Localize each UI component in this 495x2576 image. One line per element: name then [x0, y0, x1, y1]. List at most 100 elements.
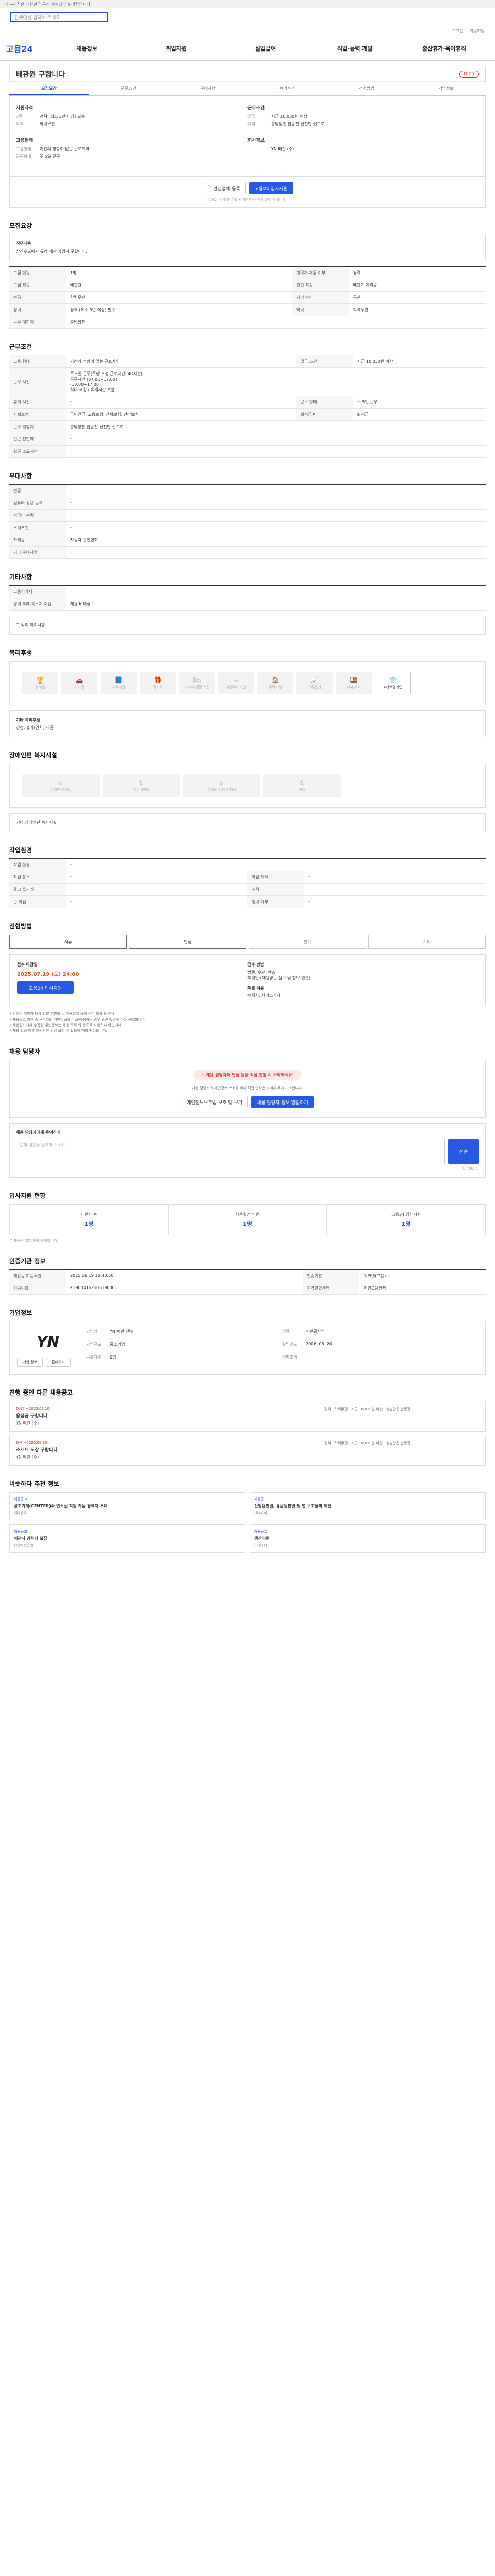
- facility-icon: ♿: [138, 779, 144, 786]
- pref-table: 전공 - 컴퓨터 활용 능력 - 외국어 능력 - 우대조건 - 자격증 자동차 운전면허 기타 우…: [9, 484, 486, 559]
- gnb-item-support[interactable]: 취업지원: [131, 44, 221, 53]
- tab-pref[interactable]: 우대사항: [168, 82, 248, 95]
- warning-icon: ⚠: [201, 1073, 206, 1078]
- other-job-main: D-17 ~2025.07.10 용접공 구합니다 YN 배관 (주): [16, 1406, 50, 1426]
- privacy-button[interactable]: 개인정보보호법 보호 및 보기: [181, 1096, 249, 1109]
- env-label: 작업 자세: [248, 871, 304, 884]
- recruit-row: 모집 인원 1명 경력자 채용 여부 경력: [9, 266, 486, 279]
- tab-recruit[interactable]: 모집요강: [9, 82, 89, 95]
- corp-row: 근로자수 6명: [86, 1354, 282, 1366]
- rec-list: 채용공고 공조기계(CENTER)와 연소실 직원 가능 경력자 우대 (주)동우 채…: [9, 1492, 486, 1553]
- welfare-item: ☕ 차량유지지원: [218, 672, 254, 694]
- env-label: 작업 환경: [9, 858, 66, 871]
- welfare-item: 🏠 주택지원: [257, 672, 293, 694]
- rec-tag: 채용공고: [254, 1530, 268, 1534]
- rec-item[interactable]: 채용공고 공조기계(CENTER)와 연소실 직원 가능 경력자 우대 (주)동우: [9, 1492, 245, 1521]
- info-label: 지역관할센터: [303, 1282, 360, 1295]
- gnb-item-training[interactable]: 직업·능력 개발: [310, 44, 400, 53]
- recruit-label: 근무 예정지: [9, 316, 66, 329]
- env-value: -: [66, 895, 248, 908]
- env-row: 작업 환경 -: [9, 858, 486, 871]
- welfare-note-box: 기타 복리후생 건강, 휴가(연차) 제공: [9, 710, 486, 737]
- recruit-label: 전공: [9, 291, 66, 304]
- env-row: 작업 장소 - 작업 자세 -: [9, 871, 486, 884]
- facility-icon: ♿: [299, 779, 305, 786]
- corp-homepage-button[interactable]: 홈페이지: [46, 1358, 71, 1367]
- corp-label: 연매출액: [282, 1354, 298, 1360]
- deadline-text: 2025.07.19 (토) 24:00: [17, 972, 79, 977]
- info-value: K190041625061900001: [66, 1282, 303, 1295]
- etc-value: -: [66, 585, 486, 598]
- condition-value: 퇴직금: [353, 408, 486, 421]
- pref-value: -: [66, 497, 486, 510]
- gnb-item-leave[interactable]: 출산휴가·육아휴직: [400, 44, 489, 53]
- corp-info-button[interactable]: 기업 정보: [17, 1358, 43, 1367]
- apply-button[interactable]: 고용24 입사지원: [249, 182, 293, 194]
- welfare-label: 식사/다과: [346, 685, 361, 689]
- job-actions: ♡ 관심업체 등록 고용24 입사지원 고용24 입사지원 완료 시 지원자 이…: [9, 177, 486, 208]
- other-job-main: D-7 ~2025.06.30 소프트 도장 구합니다 YN 배관 (주): [16, 1440, 58, 1460]
- book-icon: 📘: [114, 676, 123, 684]
- login-link[interactable]: 로그인: [452, 28, 463, 34]
- site-logo[interactable]: 고용24: [6, 42, 42, 55]
- condition-row: 휴게 시간 - 근무 형태 주 5일 근무: [9, 396, 486, 409]
- pref-value: -: [66, 521, 486, 534]
- other-job-company: YN 배관 (주): [16, 1421, 39, 1426]
- corp-row: 연매출액 -: [282, 1354, 478, 1366]
- condition-row: 인근 전철역 -: [9, 433, 486, 446]
- search-row: 검색어를 입력해 주세요.: [0, 8, 495, 26]
- inquiry-submit-button[interactable]: 전송: [448, 1139, 479, 1165]
- apply-button-2[interactable]: 고용24 입사지원: [17, 981, 74, 994]
- corp-value: 2006. 06. 20.: [306, 1342, 334, 1347]
- disabled-item: ♿ 장애인 전용 주차장: [183, 774, 260, 797]
- gift-icon: 🎁: [154, 676, 162, 684]
- other-job-item[interactable]: D-7 ~2025.06.30 소프트 도장 구합니다 YN 배관 (주) 경력 · …: [9, 1435, 486, 1466]
- method-item: 기타: [368, 935, 486, 949]
- tab-welfare[interactable]: 복리후생: [248, 82, 327, 95]
- disabled-note-box: 기타 장애인편 복지시설: [9, 813, 486, 832]
- section-method: 전형방법 서류 면접 필기 기타 접수 마감일 2025.07.19 (토) 24:0…: [9, 922, 486, 1033]
- search-input[interactable]: 검색어를 입력해 주세요.: [10, 12, 108, 22]
- recruit-row: 모집 직종 배관원 관련 직종 배관기 자격증: [9, 279, 486, 292]
- rec-item[interactable]: 채용공고 산업용판넬, 유공원판넬 및 열 구조물의 제관 (주)세이: [250, 1492, 486, 1521]
- info-table: 채용공고 등록일 2025.06.19 11:48:50 인증기관 워크넷(고용) 인증…: [9, 1269, 486, 1295]
- condition-value: -: [66, 433, 486, 446]
- stat-value: 1명: [243, 1221, 252, 1228]
- rec-title: 생산직원: [254, 1536, 270, 1541]
- env-value: -: [66, 883, 248, 896]
- apply-note: 고용24 입사지원 완료 시 지원자 이력서를 열람 가능합니다.: [209, 198, 286, 202]
- pref-label: 컴퓨터 활용 능력: [9, 497, 66, 510]
- rec-title: 공조기계(CENTER)와 연소실 직원 가능 경력자 우대: [14, 1504, 108, 1509]
- corp-value: YN 배관 (주): [110, 1329, 133, 1334]
- view-contact-button[interactable]: 채용 담당자 정보 열람하기: [251, 1096, 314, 1109]
- bed-icon: 🛏: [193, 676, 201, 684]
- rec-item[interactable]: 채용공고 배관사 경력자 모집 (주)한성산업: [9, 1524, 245, 1553]
- tab-condition[interactable]: 근무조건: [89, 82, 168, 95]
- other-job-item[interactable]: D-17 ~2025.07.10 용접공 구합니다 YN 배관 (주) 경력 · 학력…: [9, 1401, 486, 1432]
- gnb-item-benefit[interactable]: 실업급여: [221, 44, 310, 53]
- recruit-value: 경력: [349, 266, 486, 279]
- section-contact: 채용 담당자 ⚠ 채용 담당자와 면접 등을 직접 진행 시 주의하세요! 채용…: [9, 1047, 486, 1178]
- disabled-item: ♿ 엘리베이터: [103, 774, 180, 797]
- section-info: 인증기관 정보 채용공고 등록일 2025.06.19 11:48:50 인증기관 워…: [9, 1257, 486, 1295]
- other-job-dday: D-7 ~2025.06.30: [16, 1440, 47, 1445]
- apply-bullets: • 장애인 지원자 대상 선발 위원회 및 채용절차 등에 관한 법률 등 안내…: [9, 1011, 486, 1033]
- tab-company[interactable]: 기업정보: [406, 82, 486, 95]
- pref-value: -: [66, 484, 486, 497]
- welfare-label: 스톡옵션: [308, 685, 321, 689]
- recruit-label: 경력자 채용 여부: [292, 266, 349, 279]
- gnb-item-jobs[interactable]: 채용정보: [42, 44, 131, 53]
- stat-item: 고용24 입사지원 1명: [327, 1205, 485, 1235]
- condition-label: 퇴직급여: [296, 408, 353, 421]
- signup-link[interactable]: 회원가입: [470, 28, 485, 34]
- tab-method[interactable]: 전형방법: [327, 82, 406, 95]
- pref-row: 컴퓨터 활용 능력 -: [9, 497, 486, 510]
- env-label: 작업 장소: [9, 871, 66, 884]
- condition-row: 근무 시간 주 5일 근무(주당 소정 근로시간: 40시간) 근무시간 (07:…: [9, 367, 486, 396]
- recruit-label: 모집 직종: [9, 279, 66, 292]
- rec-item[interactable]: 채용공고 생산직원 (주)나나: [250, 1524, 486, 1553]
- inquiry-input[interactable]: 문의 내용을 입력해 주세요.: [16, 1139, 445, 1165]
- save-company-button[interactable]: ♡ 관심업체 등록: [202, 182, 246, 194]
- section-corp: 기업정보 YN 기업 정보 홈페이지 기업명 YN 배관 (주) 업종 배관공사업 기업…: [9, 1308, 486, 1375]
- rec-company: (주)세이: [254, 1511, 267, 1516]
